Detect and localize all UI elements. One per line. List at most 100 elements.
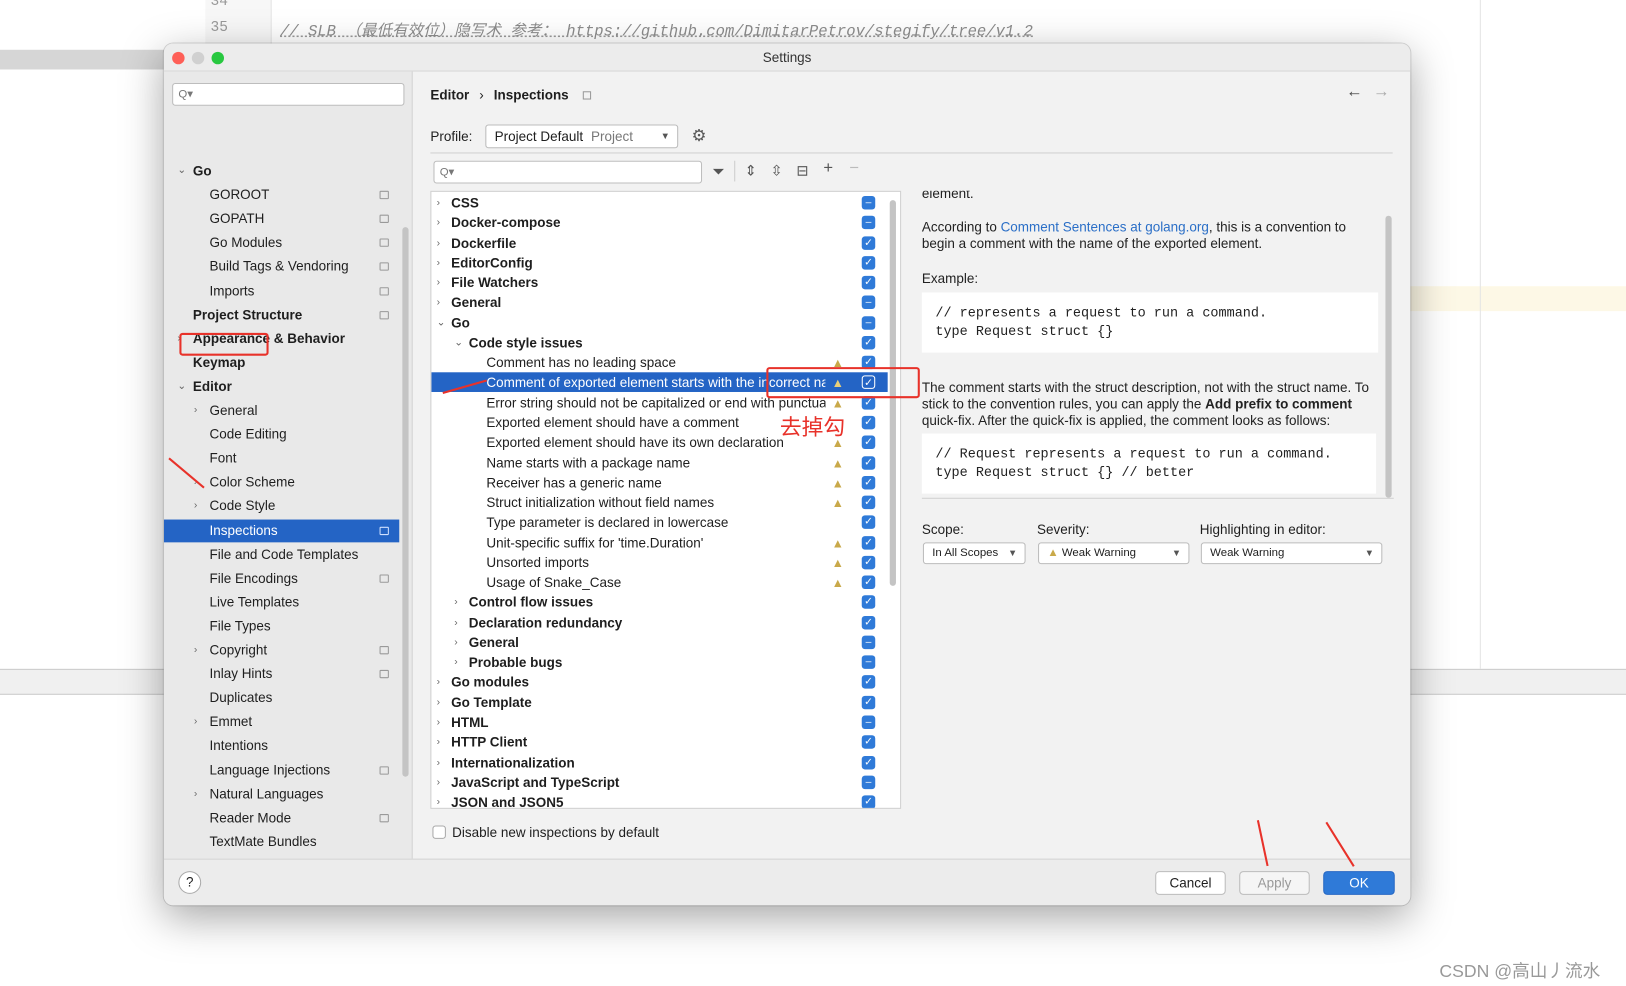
sidebar-item-natural-languages[interactable]: › Natural Languages	[164, 783, 399, 806]
sidebar-item-imports[interactable]: Imports	[164, 279, 399, 302]
chevron-right-icon[interactable]: ›	[437, 772, 440, 792]
checkbox-checked[interactable]: ✓	[861, 475, 876, 490]
chevron-right-icon[interactable]: ›	[454, 633, 457, 653]
scope-select[interactable]: In All Scopes ▼	[922, 542, 1026, 565]
sidebar-item-general[interactable]: › General	[164, 399, 399, 422]
inspection-row[interactable]: Name starts with a package name ▲ ✓	[431, 453, 887, 473]
sidebar-item-goroot[interactable]: GOROOT	[164, 184, 399, 207]
chevron-right-icon[interactable]: ›	[194, 495, 197, 518]
forward-arrow-icon[interactable]: →	[1373, 83, 1390, 102]
chevron-right-icon[interactable]: ›	[454, 593, 457, 613]
sidebar-item-build-tags-vendoring[interactable]: Build Tags & Vendoring	[164, 256, 399, 279]
sidebar-item-editor[interactable]: ⌄ Editor	[164, 375, 399, 398]
checkbox-indeterminate[interactable]: –	[861, 215, 876, 230]
sidebar-item-file-encodings[interactable]: File Encodings	[164, 567, 399, 590]
inspection-row[interactable]: › HTTP Client ✓	[431, 732, 887, 752]
inspection-row[interactable]: › General –	[431, 633, 887, 653]
chevron-right-icon[interactable]: ›	[437, 193, 440, 213]
checkbox-checked[interactable]: ✓	[861, 555, 876, 570]
chevron-right-icon[interactable]: ›	[437, 213, 440, 233]
inspection-row[interactable]: Usage of Snake_Case ▲ ✓	[431, 573, 887, 593]
severity-select[interactable]: ▲ Weak Warning ▼	[1038, 542, 1190, 565]
minimize-window-button[interactable]	[191, 51, 205, 65]
inspection-row[interactable]: ⌄ Go –	[431, 313, 887, 333]
chevron-down-icon[interactable]: ⌄	[454, 333, 463, 353]
gear-icon[interactable]: ⚙	[692, 125, 707, 146]
checkbox-checked[interactable]: ✓	[861, 455, 876, 470]
chevron-right-icon[interactable]: ›	[194, 711, 197, 734]
sidebar-item-project-structure[interactable]: Project Structure	[164, 303, 399, 326]
chevron-right-icon[interactable]: ›	[194, 783, 197, 806]
ok-button[interactable]: OK	[1323, 871, 1395, 895]
chevron-down-icon[interactable]: ⌄	[177, 375, 186, 398]
checkbox-indeterminate[interactable]: –	[861, 655, 876, 670]
sidebar-item-code-style[interactable]: › Code Style	[164, 495, 399, 518]
inspection-row[interactable]: › Internationalization ✓	[431, 752, 887, 772]
checkbox-checked[interactable]: ✓	[861, 535, 876, 550]
chevron-right-icon[interactable]: ›	[437, 792, 440, 808]
chevron-right-icon[interactable]: ›	[437, 273, 440, 293]
help-button[interactable]: ?	[178, 871, 202, 894]
inspection-row[interactable]: › JSON and JSON5 ✓	[431, 792, 887, 808]
disable-new-checkbox[interactable]	[432, 825, 446, 839]
inspection-row[interactable]: › General –	[431, 293, 887, 313]
sidebar-item-live-templates[interactable]: Live Templates	[164, 591, 399, 614]
sidebar-item-copyright[interactable]: › Copyright	[164, 639, 399, 662]
inspection-row[interactable]: › Declaration redundancy ✓	[431, 613, 887, 633]
inspection-row[interactable]: › Control flow issues ✓	[431, 593, 887, 613]
back-arrow-icon[interactable]: ←	[1346, 83, 1363, 102]
checkbox-indeterminate[interactable]: –	[861, 315, 876, 330]
checkbox-checked[interactable]: ✓	[861, 735, 876, 750]
inspection-search-input[interactable]: Q▾	[433, 160, 703, 184]
inspection-row[interactable]: › CSS –	[431, 193, 887, 213]
chevron-right-icon[interactable]: ›	[437, 712, 440, 732]
checkbox-checked[interactable]: ✓	[861, 495, 876, 510]
sidebar-item-reader-mode[interactable]: Reader Mode	[164, 806, 399, 829]
checkbox-checked[interactable]: ✓	[861, 575, 876, 590]
chevron-right-icon[interactable]: ›	[437, 293, 440, 313]
breadcrumb-editor[interactable]: Editor	[430, 87, 469, 103]
chevron-down-icon[interactable]: ⌄	[437, 313, 446, 333]
chevron-right-icon[interactable]: ›	[437, 233, 440, 253]
sidebar-item-file-types[interactable]: File Types	[164, 615, 399, 638]
sidebar-item-code-editing[interactable]: Code Editing	[164, 423, 399, 446]
checkbox-checked[interactable]: ✓	[861, 235, 876, 250]
chevron-right-icon[interactable]: ›	[437, 672, 440, 692]
checkbox-checked[interactable]: ✓	[861, 675, 876, 690]
expand-all-icon[interactable]: ⇕	[745, 162, 757, 180]
inspection-row[interactable]: › Go modules ✓	[431, 672, 887, 692]
checkbox-indeterminate[interactable]: –	[861, 195, 876, 210]
inspection-row[interactable]: Type parameter is declared in lowercase ✓	[431, 513, 887, 533]
inspection-row[interactable]: › Dockerfile ✓	[431, 233, 887, 253]
inspection-row[interactable]: › EditorConfig ✓	[431, 253, 887, 273]
checkbox-checked[interactable]: ✓	[861, 335, 876, 350]
chevron-right-icon[interactable]: ›	[437, 253, 440, 273]
inspection-row[interactable]: › JavaScript and TypeScript –	[431, 772, 887, 792]
sidebar-item-duplicates[interactable]: Duplicates	[164, 687, 399, 710]
sidebar-item-textmate-bundles[interactable]: TextMate Bundles	[164, 830, 399, 853]
checkbox-checked[interactable]: ✓	[861, 615, 876, 630]
chevron-right-icon[interactable]: ›	[437, 732, 440, 752]
close-window-button[interactable]	[172, 51, 185, 65]
remove-icon[interactable]: −	[849, 160, 859, 179]
inspection-row[interactable]: › HTML –	[431, 712, 887, 732]
checkbox-indeterminate[interactable]: –	[861, 635, 876, 650]
sidebar-item-gopath[interactable]: GOPATH	[164, 208, 399, 231]
add-icon[interactable]: +	[823, 160, 833, 179]
sidebar-scrollbar[interactable]	[402, 227, 409, 777]
checkbox-indeterminate[interactable]: –	[861, 715, 876, 730]
checkbox-checked[interactable]: ✓	[861, 795, 876, 808]
sidebar-item-file-and-code-templates[interactable]: File and Code Templates	[164, 543, 399, 566]
chevron-right-icon[interactable]: ›	[194, 399, 197, 422]
inspection-row[interactable]: Receiver has a generic name ▲ ✓	[431, 473, 887, 493]
chevron-right-icon[interactable]: ›	[437, 752, 440, 772]
chevron-right-icon[interactable]: ›	[437, 692, 440, 712]
chevron-right-icon[interactable]: ›	[194, 639, 197, 662]
sidebar-item-go[interactable]: ⌄ Go	[164, 160, 399, 183]
checkbox-checked[interactable]: ✓	[861, 275, 876, 290]
chevron-down-icon[interactable]: ⌄	[177, 160, 186, 183]
sidebar-item-go-modules[interactable]: Go Modules	[164, 232, 399, 255]
checkbox-checked[interactable]: ✓	[861, 435, 876, 450]
sidebar-item-emmet[interactable]: › Emmet	[164, 711, 399, 734]
profile-select[interactable]: Project Default Project ▼	[485, 124, 679, 149]
